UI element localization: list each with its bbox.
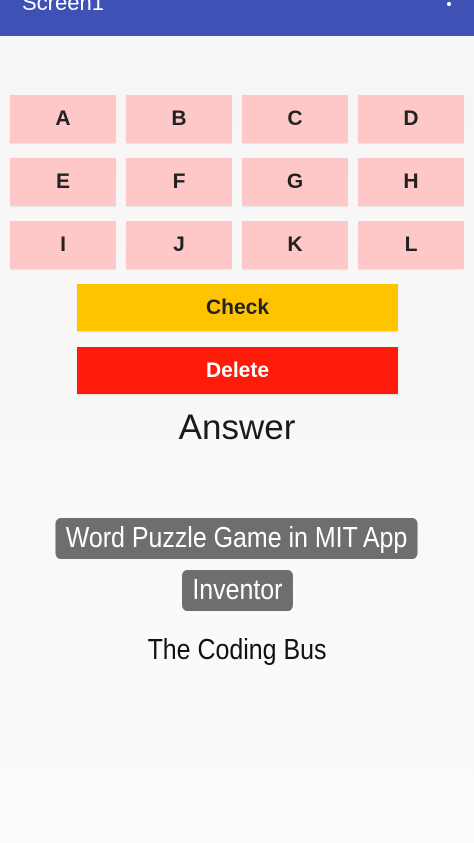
letter-button-k[interactable]: K [242,221,348,269]
caption-text-2: Inventor [181,570,293,611]
screen-content: A B C D E F G H I J K L Check Delete Ans… [0,36,474,843]
letter-button-l[interactable]: L [358,221,464,269]
letter-button-h[interactable]: H [358,158,464,206]
video-caption-line-1: Word Puzzle Game in MIT App [0,518,474,559]
app-bar: Screen1 [0,0,474,36]
letter-button-e[interactable]: E [10,158,116,206]
delete-button[interactable]: Delete [77,347,398,394]
letter-button-j[interactable]: J [126,221,232,269]
letter-button-i[interactable]: I [10,221,116,269]
letter-button-g[interactable]: G [242,158,348,206]
caption-text-1: Word Puzzle Game in MIT App [55,518,419,559]
letter-button-b[interactable]: B [126,95,232,143]
more-vert-icon[interactable] [446,0,452,12]
letter-grid: A B C D E F G H I J K L [10,95,466,269]
letter-button-f[interactable]: F [126,158,232,206]
letter-button-d[interactable]: D [358,95,464,143]
check-button[interactable]: Check [77,284,398,331]
letter-button-c[interactable]: C [242,95,348,143]
letter-button-a[interactable]: A [10,95,116,143]
video-caption-line-2: Inventor [0,570,474,611]
credit-text: The Coding Bus [147,634,327,666]
app-title: Screen1 [22,0,104,15]
answer-label: Answer [178,408,296,447]
